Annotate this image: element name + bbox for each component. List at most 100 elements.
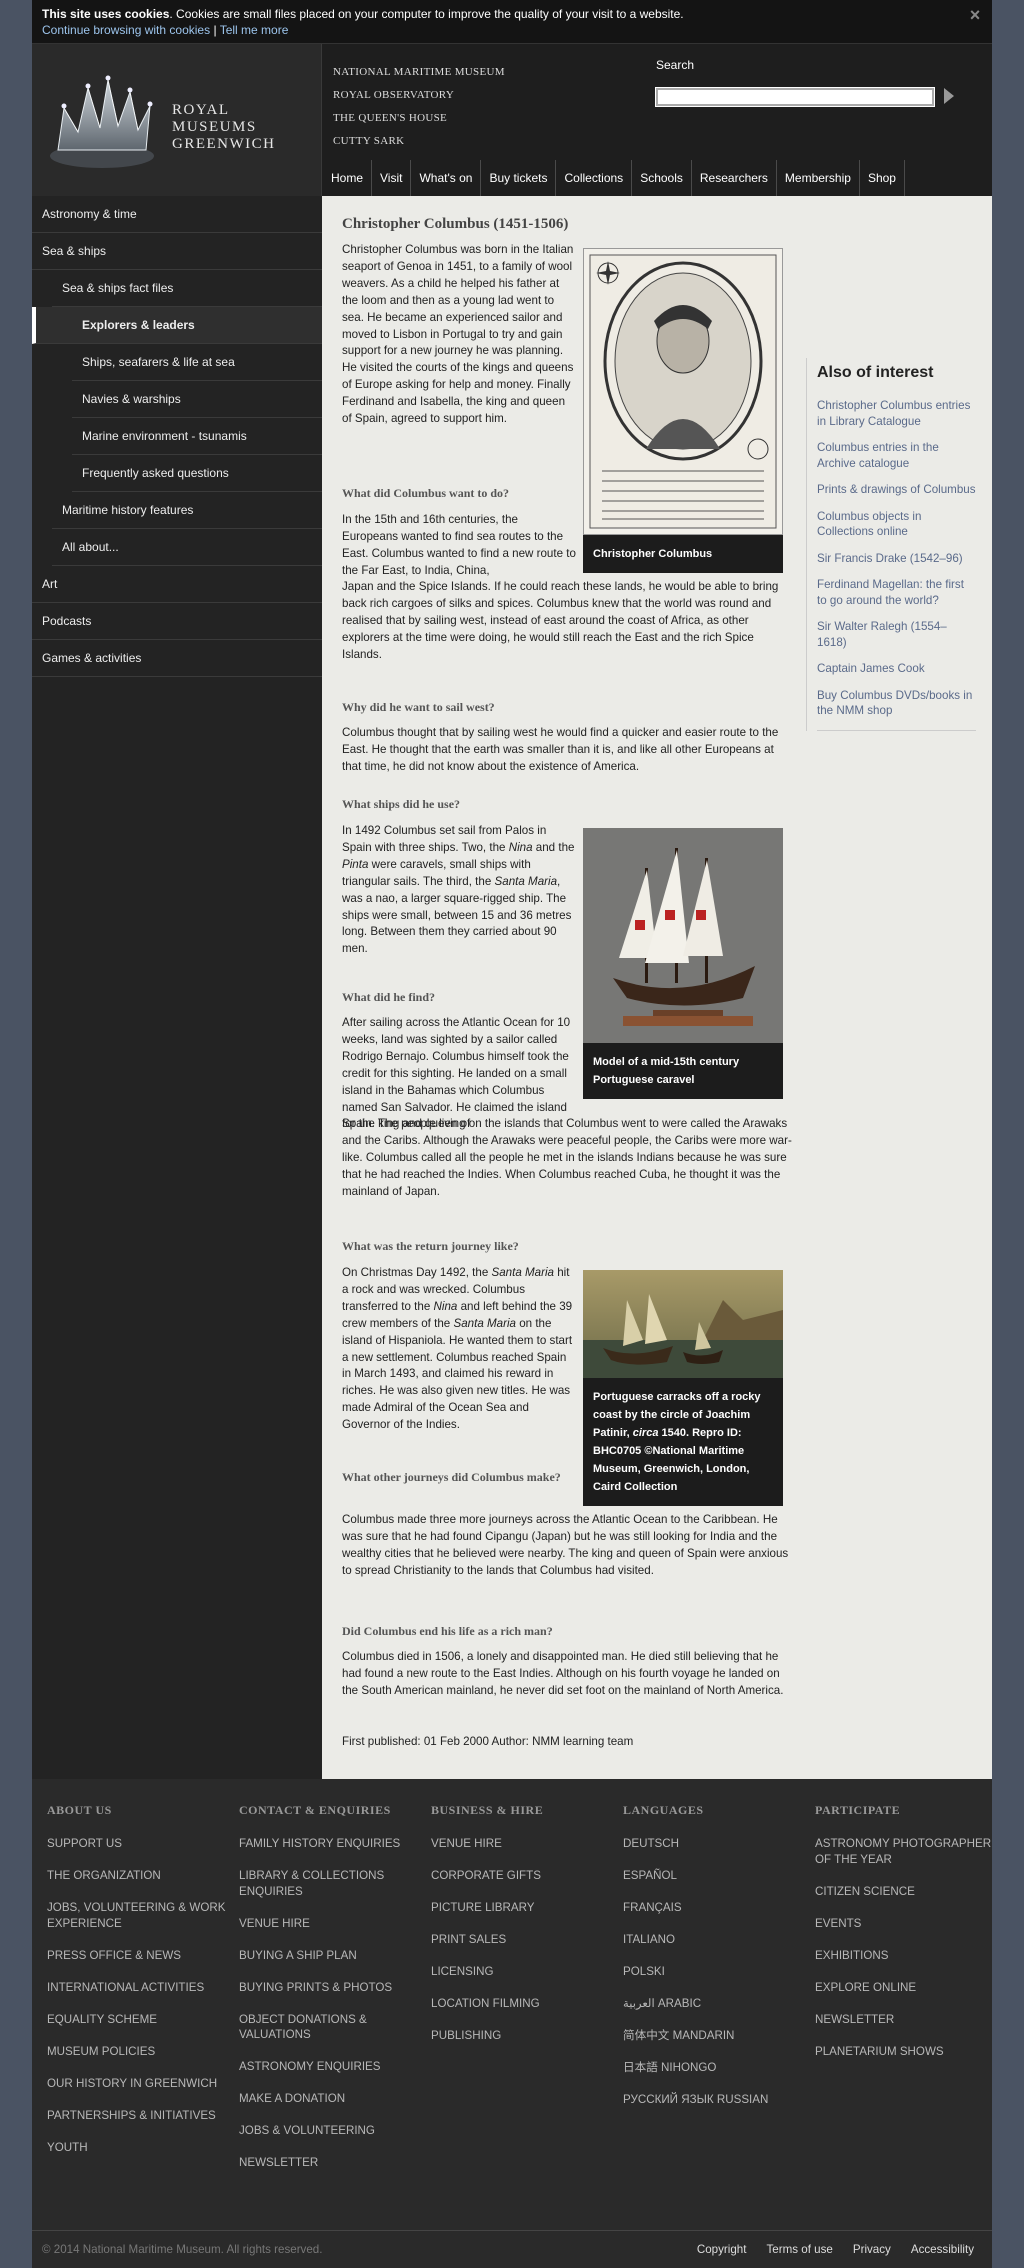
sidebar-item-podcasts[interactable]: Podcasts bbox=[32, 603, 322, 640]
nav-home[interactable]: Home bbox=[323, 160, 373, 196]
site-link-queens-house[interactable]: THE QUEEN'S HOUSE bbox=[333, 112, 447, 124]
nav-membership[interactable]: Membership bbox=[777, 160, 860, 196]
footer-link[interactable]: MUSEUM POLICIES bbox=[47, 2044, 227, 2060]
aside-link-shop[interactable]: Buy Columbus DVDs/books in the NMM shop bbox=[817, 688, 976, 719]
sidebar-item-faq[interactable]: Frequently asked questions bbox=[72, 455, 322, 492]
close-icon[interactable]: × bbox=[966, 6, 984, 24]
footer-link[interactable]: EVENTS bbox=[815, 1916, 995, 1932]
footer-link[interactable]: INTERNATIONAL ACTIVITIES bbox=[47, 1980, 227, 1996]
nav-collections[interactable]: Collections bbox=[556, 160, 633, 196]
footer-link[interactable]: YOUTH bbox=[47, 2140, 227, 2156]
aside-link-drake[interactable]: Sir Francis Drake (1542–96) bbox=[817, 551, 976, 567]
footer-link[interactable]: THE ORGANIZATION bbox=[47, 1868, 227, 1884]
page-title: Christopher Columbus (1451-1506) bbox=[342, 216, 569, 232]
cookie-bar: This site uses cookies. Cookies are smal… bbox=[32, 0, 992, 44]
footer-link[interactable]: LIBRARY & COLLECTIONS ENQUIRIES bbox=[239, 1868, 419, 1899]
aside-link-ralegh[interactable]: Sir Walter Ralegh (1554–1618) bbox=[817, 619, 976, 650]
sidebar-item-astronomy[interactable]: Astronomy & time bbox=[32, 196, 322, 233]
sidebar-item-all-about[interactable]: All about... bbox=[52, 529, 322, 566]
footer-link[interactable]: LICENSING bbox=[431, 1964, 611, 1980]
sidebar-item-tsunamis[interactable]: Marine environment - tsunamis bbox=[72, 418, 322, 455]
aside-link-archive[interactable]: Columbus entries in the Archive catalogu… bbox=[817, 440, 976, 471]
footer-link[interactable]: JOBS & VOLUNTEERING bbox=[239, 2123, 419, 2139]
nav-buy-tickets[interactable]: Buy tickets bbox=[481, 160, 557, 196]
footer-link[interactable]: CITIZEN SCIENCE bbox=[815, 1884, 995, 1900]
copyright: © 2014 National Maritime Museum. All rig… bbox=[42, 2243, 323, 2256]
sidebar-item-explorers[interactable]: Explorers & leaders bbox=[32, 307, 322, 344]
site-link-cutty-sark[interactable]: CUTTY SARK bbox=[333, 135, 404, 147]
terms-link[interactable]: Terms of use bbox=[766, 2243, 832, 2256]
sidebar-item-games[interactable]: Games & activities bbox=[32, 640, 322, 677]
footer-link[interactable]: PARTNERSHIPS & INITIATIVES bbox=[47, 2108, 227, 2124]
footer-link[interactable]: PRINT SALES bbox=[431, 1932, 611, 1948]
footer-link[interactable]: EXHIBITIONS bbox=[815, 1948, 995, 1964]
footer-link[interactable]: PUBLISHING bbox=[431, 2028, 611, 2044]
footer-link[interactable]: FAMILY HISTORY ENQUIRIES bbox=[239, 1836, 419, 1852]
tell-me-more-link[interactable]: Tell me more bbox=[220, 23, 289, 37]
footer-link[interactable]: VENUE HIRE bbox=[239, 1916, 419, 1932]
site-logo[interactable]: ROYAL MUSEUMS GREENWICH bbox=[32, 44, 322, 196]
footer-link[interactable]: PRESS OFFICE & NEWS bbox=[47, 1948, 227, 1964]
footer-link[interactable]: BUYING PRINTS & PHOTOS bbox=[239, 1980, 419, 1996]
footer-link[interactable]: JOBS, VOLUNTEERING & WORK EXPERIENCE bbox=[47, 1900, 227, 1931]
footer-link[interactable]: ITALIANO bbox=[623, 1932, 803, 1948]
footer-link[interactable]: ESPAÑOL bbox=[623, 1868, 803, 1884]
sidebar-item-art[interactable]: Art bbox=[32, 566, 322, 603]
footer-column-title: ABOUT US bbox=[47, 1803, 112, 1817]
footer-link[interactable]: РУССКИЙ ЯЗЫК RUSSIAN bbox=[623, 2092, 803, 2108]
footer-link[interactable]: NEWSLETTER bbox=[815, 2012, 995, 2028]
footer-link[interactable]: FRANÇAIS bbox=[623, 1900, 803, 1916]
footer-link[interactable]: 日本語 NIHONGO bbox=[623, 2060, 803, 2076]
nav-schools[interactable]: Schools bbox=[632, 160, 692, 196]
sidebar-item-ships-seafarers[interactable]: Ships, seafarers & life at sea bbox=[72, 344, 322, 381]
search-submit-arrow-icon[interactable] bbox=[944, 88, 954, 104]
also-of-interest: Also of interest Christopher Columbus en… bbox=[806, 358, 976, 731]
footer-column-title: CONTACT & ENQUIRIES bbox=[239, 1803, 391, 1817]
footer-link[interactable]: ASTRONOMY PHOTOGRAPHER OF THE YEAR bbox=[815, 1836, 995, 1867]
aside-link-objects[interactable]: Columbus objects in Collections online bbox=[817, 509, 976, 540]
footer-link[interactable]: ASTRONOMY ENQUIRIES bbox=[239, 2059, 419, 2075]
sidebar-item-navies[interactable]: Navies & warships bbox=[72, 381, 322, 418]
accessibility-link[interactable]: Accessibility bbox=[911, 2243, 974, 2256]
footer-link[interactable]: OBJECT DONATIONS & VALUATIONS bbox=[239, 2012, 419, 2043]
nav-visit[interactable]: Visit bbox=[372, 160, 412, 196]
paragraph-ships: In 1492 Columbus set sail from Palos in … bbox=[342, 823, 577, 958]
footer-link[interactable]: VENUE HIRE bbox=[431, 1836, 611, 1852]
footer-link[interactable]: 简体中文 MANDARIN bbox=[623, 2028, 803, 2044]
aside-link-prints[interactable]: Prints & drawings of Columbus bbox=[817, 482, 976, 498]
footer-link[interactable]: PICTURE LIBRARY bbox=[431, 1900, 611, 1916]
footer-link[interactable]: PLANETARIUM SHOWS bbox=[815, 2044, 995, 2060]
footer-link[interactable]: MAKE A DONATION bbox=[239, 2091, 419, 2107]
nav-whats-on[interactable]: What's on bbox=[411, 160, 482, 196]
footer-link[interactable]: NEWSLETTER bbox=[239, 2155, 419, 2171]
footer-link[interactable]: SUPPORT US bbox=[47, 1836, 227, 1852]
footer-column-title: BUSINESS & HIRE bbox=[431, 1803, 544, 1817]
footer-link[interactable]: CORPORATE GIFTS bbox=[431, 1868, 611, 1884]
sidebar-item-maritime-history[interactable]: Maritime history features bbox=[52, 492, 322, 529]
nav-shop[interactable]: Shop bbox=[860, 160, 905, 196]
sidebar-item-fact-files[interactable]: Sea & ships fact files bbox=[52, 270, 322, 307]
figure-carracks: Portuguese carracks off a rocky coast by… bbox=[583, 1270, 783, 1506]
logo-text: ROYAL MUSEUMS GREENWICH bbox=[172, 102, 276, 153]
footer-link[interactable]: EQUALITY SCHEME bbox=[47, 2012, 227, 2028]
footer-link[interactable]: DEUTSCH bbox=[623, 1836, 803, 1852]
copyright-link[interactable]: Copyright bbox=[697, 2243, 747, 2256]
aside-link-library[interactable]: Christopher Columbus entries in Library … bbox=[817, 398, 976, 429]
footer-link[interactable]: EXPLORE ONLINE bbox=[815, 1980, 995, 1996]
site-link-nmm[interactable]: NATIONAL MARITIME MUSEUM bbox=[333, 66, 505, 78]
footer-link[interactable]: العربية ARABIC bbox=[623, 1996, 803, 2012]
privacy-link[interactable]: Privacy bbox=[853, 2243, 891, 2256]
aside-link-cook[interactable]: Captain James Cook bbox=[817, 661, 976, 677]
aside-link-magellan[interactable]: Ferdinand Magellan: the first to go arou… bbox=[817, 577, 976, 608]
site-link-observatory[interactable]: ROYAL OBSERVATORY bbox=[333, 89, 454, 101]
sidebar-item-sea-ships[interactable]: Sea & ships bbox=[32, 233, 322, 270]
aside-title: Also of interest bbox=[817, 364, 934, 381]
columbus-portrait-image bbox=[583, 248, 783, 535]
footer-link[interactable]: OUR HISTORY IN GREENWICH bbox=[47, 2076, 227, 2092]
footer-link[interactable]: LOCATION FILMING bbox=[431, 1996, 611, 2012]
footer-link[interactable]: POLSKI bbox=[623, 1964, 803, 1980]
footer-link[interactable]: BUYING A SHIP PLAN bbox=[239, 1948, 419, 1964]
nav-researchers[interactable]: Researchers bbox=[692, 160, 777, 196]
continue-cookies-link[interactable]: Continue browsing with cookies bbox=[42, 23, 210, 37]
search-input[interactable] bbox=[655, 87, 935, 107]
